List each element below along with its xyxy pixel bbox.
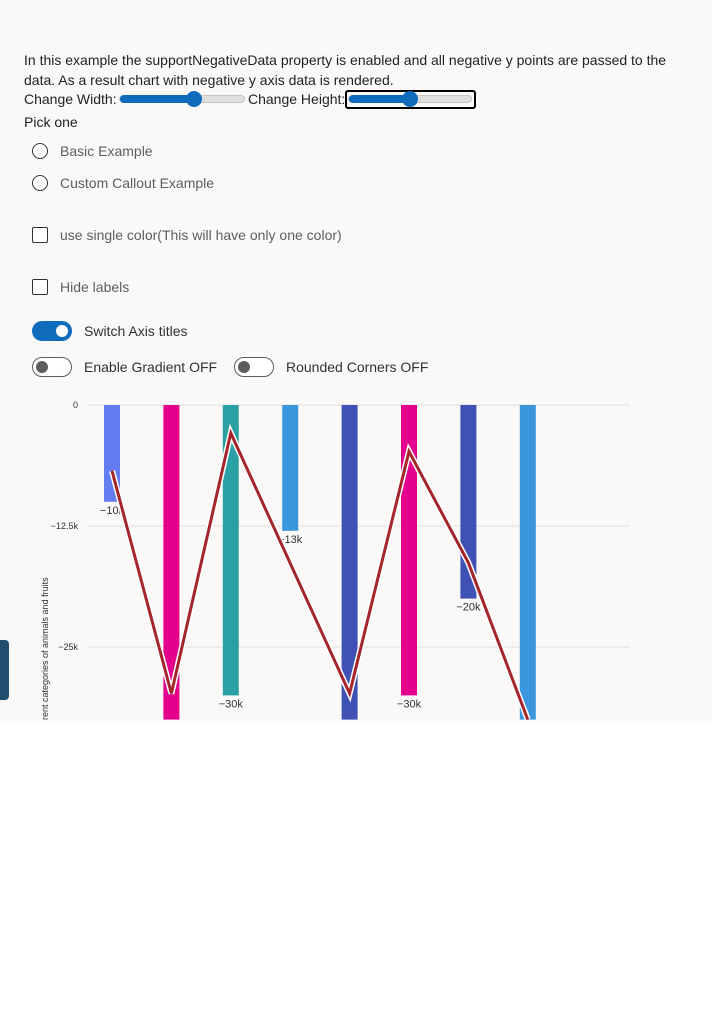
height-slider-fill [349, 95, 410, 103]
height-slider-thumb[interactable] [402, 91, 418, 107]
radio-custom-callout-example[interactable]: Custom Callout Example [32, 173, 252, 193]
radio-button[interactable] [32, 143, 48, 159]
toggle-knob [238, 361, 250, 373]
toggle-knob [56, 325, 68, 337]
switch-axis-titles-label: Switch Axis titles [84, 323, 188, 339]
y-tick-label: −12.5k [51, 521, 79, 531]
width-slider-fill [120, 95, 195, 103]
radio-label: Basic Example [60, 143, 153, 159]
bar [282, 405, 299, 531]
enable-gradient-label: Enable Gradient OFF [84, 359, 218, 375]
bar-value-label: −30k [219, 698, 244, 710]
height-slider[interactable] [348, 91, 472, 107]
checkbox-box[interactable] [32, 279, 48, 295]
single-color-checkbox[interactable]: use single color(This will have only one… [32, 225, 372, 245]
page-stage: In this example the supportNegativeData … [0, 0, 712, 721]
width-slider[interactable] [119, 91, 245, 107]
pick-one-label: Pick one [24, 114, 78, 130]
radio-basic-example[interactable]: Basic Example [32, 141, 232, 161]
width-slider-label: Change Width: [24, 91, 117, 107]
enable-gradient-toggle[interactable] [32, 357, 72, 377]
bar-value-label: −30k [397, 698, 422, 710]
side-panel-handle[interactable] [0, 640, 9, 700]
radio-label: Custom Callout Example [60, 175, 215, 191]
checkbox-label: use single color(This will have only one… [60, 227, 342, 243]
bar [519, 405, 536, 720]
checkbox-label: Hide labels [60, 279, 130, 295]
vertical-bar-chart: 0 −12.5k −25k rent categories of animals an… [40, 400, 630, 721]
toggle-knob [36, 361, 48, 373]
y-axis-title: rent categories of animals and fruits [40, 577, 50, 720]
y-tick-label: 0 [73, 400, 78, 410]
width-slider-thumb[interactable] [186, 91, 203, 107]
checkbox-box[interactable] [32, 227, 48, 243]
height-slider-label: Change Height: [248, 91, 346, 107]
rounded-corners-toggle[interactable] [234, 357, 274, 377]
switch-axis-titles-toggle[interactable] [32, 321, 72, 341]
y-tick-label: −25k [58, 642, 78, 652]
hide-labels-checkbox[interactable]: Hide labels [32, 277, 172, 297]
bar-value-label: −20k [456, 602, 481, 614]
rounded-corners-label: Rounded Corners OFF [286, 359, 429, 375]
radio-button[interactable] [32, 175, 48, 191]
description-text: In this example the supportNegativeData … [24, 52, 667, 88]
